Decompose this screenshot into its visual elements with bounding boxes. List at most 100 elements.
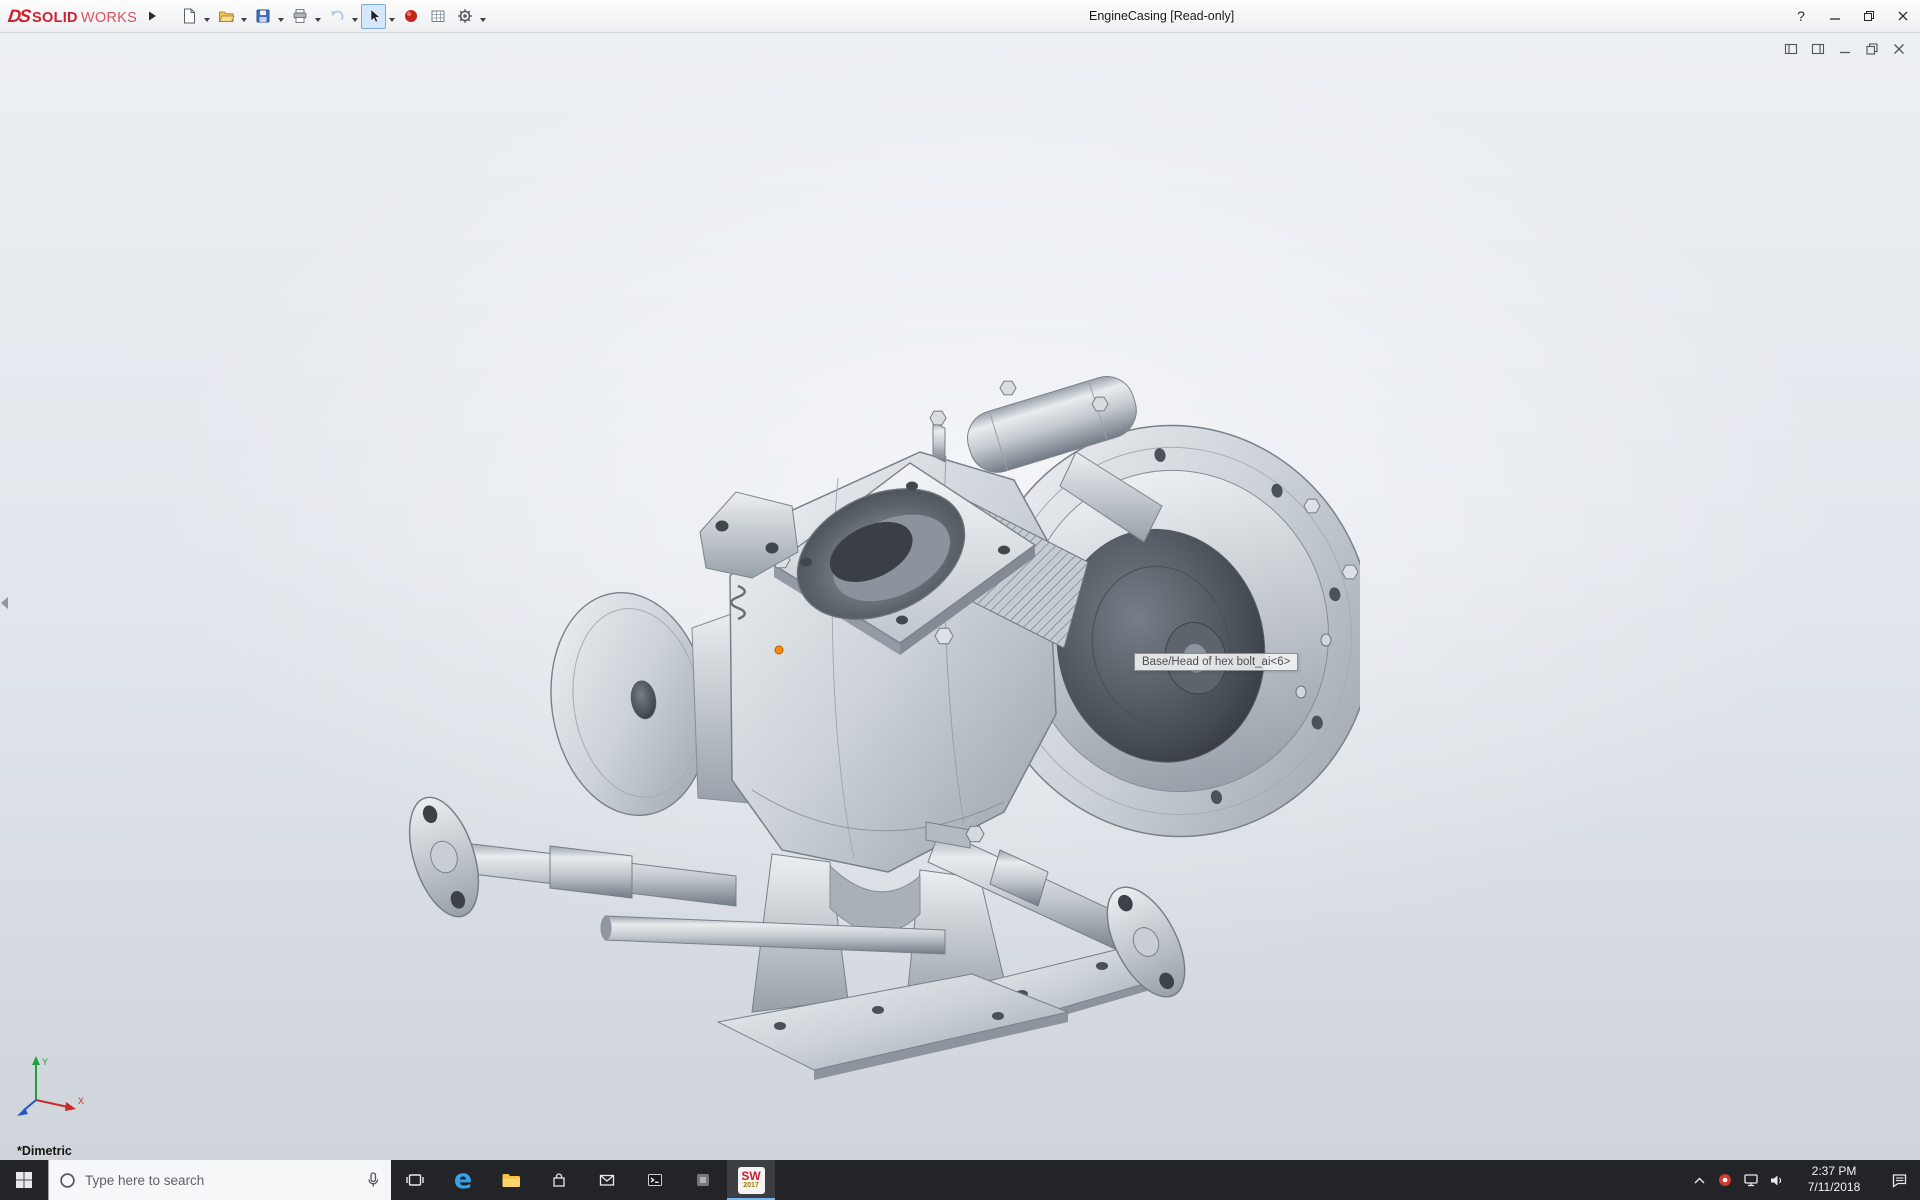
titlebar: DS SOLIDWORKS EngineCasing [Read-only] ?	[0, 0, 1920, 33]
undo-dropdown-caret[interactable]	[352, 18, 358, 25]
system-tray: 2:37 PM 7/11/2018	[1686, 1160, 1920, 1200]
restore-button[interactable]	[1852, 0, 1886, 32]
terminal-button[interactable]	[631, 1160, 679, 1200]
save-button[interactable]	[250, 4, 275, 29]
terminal-icon	[646, 1171, 664, 1189]
doc-restore-icon	[1865, 42, 1879, 56]
brand-text-bold: SOLID	[32, 10, 78, 26]
pane-right-button[interactable]	[1811, 42, 1825, 56]
engine-casing-model[interactable]	[400, 310, 1360, 1090]
doc-minimize-button[interactable]	[1838, 42, 1852, 56]
red-ball-icon	[402, 7, 420, 25]
taskbar-search[interactable]	[48, 1160, 391, 1200]
model-left-disc[interactable]	[535, 581, 760, 827]
help-button[interactable]: ?	[1784, 0, 1818, 32]
tray-app-button[interactable]	[1712, 1160, 1738, 1200]
selection-point[interactable]	[775, 646, 783, 654]
search-icon	[59, 1172, 76, 1189]
window-title: EngineCasing [Read-only]	[1089, 0, 1234, 33]
tray-chevron-button[interactable]	[1686, 1160, 1712, 1200]
select-cursor-icon	[365, 7, 383, 25]
network-icon	[1743, 1172, 1759, 1188]
print-button[interactable]	[287, 4, 312, 29]
y-axis-label: Y	[42, 1057, 48, 1067]
save-dropdown-caret[interactable]	[278, 18, 284, 25]
solidworks-taskbar-button[interactable]: SW 2017	[727, 1160, 775, 1200]
hover-tooltip: Base/Head of hex bolt_ai<6>	[1134, 653, 1298, 671]
print-dropdown-caret[interactable]	[315, 18, 321, 25]
mail-button[interactable]	[583, 1160, 631, 1200]
action-center-button[interactable]	[1878, 1160, 1920, 1200]
select-dropdown-caret[interactable]	[389, 18, 395, 25]
clock-date: 7/11/2018	[1790, 1180, 1878, 1196]
chevron-up-icon	[1692, 1174, 1707, 1186]
doc-minimize-icon	[1838, 42, 1852, 56]
doc-close-icon	[1892, 42, 1906, 56]
document-window-controls	[1784, 42, 1906, 56]
options-dropdown-caret[interactable]	[480, 18, 486, 25]
new-document-button[interactable]	[176, 4, 201, 29]
search-input[interactable]	[85, 1173, 357, 1188]
brand-text-light: WORKS	[81, 10, 137, 26]
task-view-button[interactable]	[391, 1160, 439, 1200]
taskbar-clock[interactable]: 2:37 PM 7/11/2018	[1790, 1164, 1878, 1195]
pane-left-button[interactable]	[1784, 42, 1798, 56]
graphics-viewport[interactable]: Base/Head of hex bolt_ai<6> Y X *Dimetri…	[0, 33, 1920, 1160]
undo-button[interactable]	[324, 4, 349, 29]
select-tool-button[interactable]	[361, 4, 386, 29]
solidworks-app-icon: SW 2017	[738, 1167, 765, 1194]
restore-icon	[1863, 10, 1875, 22]
app-icon	[694, 1171, 712, 1189]
play-arrow-icon	[146, 10, 158, 22]
minimize-button[interactable]	[1818, 0, 1852, 32]
start-button[interactable]	[0, 1160, 48, 1200]
windows-taskbar: e SW 2017 2:37 PM 7	[0, 1160, 1920, 1200]
red-ball-button[interactable]	[398, 4, 423, 29]
volume-button[interactable]	[1764, 1160, 1790, 1200]
pane-right-icon	[1811, 42, 1825, 56]
doc-restore-button[interactable]	[1865, 42, 1879, 56]
close-icon	[1897, 10, 1909, 22]
file-explorer-button[interactable]	[487, 1160, 535, 1200]
solidworks-logo: DS SOLIDWORKS	[0, 6, 143, 27]
table-icon	[429, 7, 447, 25]
edge-button[interactable]: e	[439, 1160, 487, 1200]
pane-left-icon	[1784, 42, 1798, 56]
open-folder-icon	[217, 7, 235, 25]
panel-collapse-arrow[interactable]	[1, 597, 8, 609]
tray-app-icon	[1717, 1172, 1733, 1188]
store-bag-icon	[550, 1171, 568, 1189]
app-button[interactable]	[679, 1160, 727, 1200]
open-dropdown-caret[interactable]	[241, 18, 247, 25]
doc-close-button[interactable]	[1892, 42, 1906, 56]
store-button[interactable]	[535, 1160, 583, 1200]
new-dropdown-caret[interactable]	[204, 18, 210, 25]
ds-logo-icon: DS	[7, 6, 31, 27]
options-button[interactable]	[452, 4, 477, 29]
minimize-icon	[1829, 10, 1841, 22]
open-button[interactable]	[213, 4, 238, 29]
close-button[interactable]	[1886, 0, 1920, 32]
orientation-triad: Y X	[12, 1052, 92, 1122]
mail-envelope-icon	[598, 1171, 616, 1189]
x-axis-label: X	[78, 1096, 84, 1106]
hex-bolt	[966, 826, 984, 842]
windows-logo-icon	[15, 1171, 33, 1189]
microphone-icon[interactable]	[366, 1171, 381, 1189]
speaker-icon	[1769, 1172, 1785, 1189]
clock-time: 2:37 PM	[1790, 1164, 1878, 1180]
print-icon	[291, 7, 309, 25]
network-button[interactable]	[1738, 1160, 1764, 1200]
new-document-icon	[180, 7, 198, 25]
menu-flyout-button[interactable]	[143, 3, 161, 29]
save-icon	[254, 7, 272, 25]
action-center-icon	[1891, 1172, 1908, 1189]
task-view-icon	[406, 1171, 424, 1189]
table-button[interactable]	[425, 4, 450, 29]
model-left-shaft[interactable]	[400, 789, 736, 925]
edge-icon: e	[454, 1166, 472, 1193]
gear-icon	[456, 7, 474, 25]
view-orientation-label: *Dimetric	[17, 1144, 72, 1158]
undo-icon	[328, 7, 346, 25]
folder-icon	[501, 1171, 521, 1189]
